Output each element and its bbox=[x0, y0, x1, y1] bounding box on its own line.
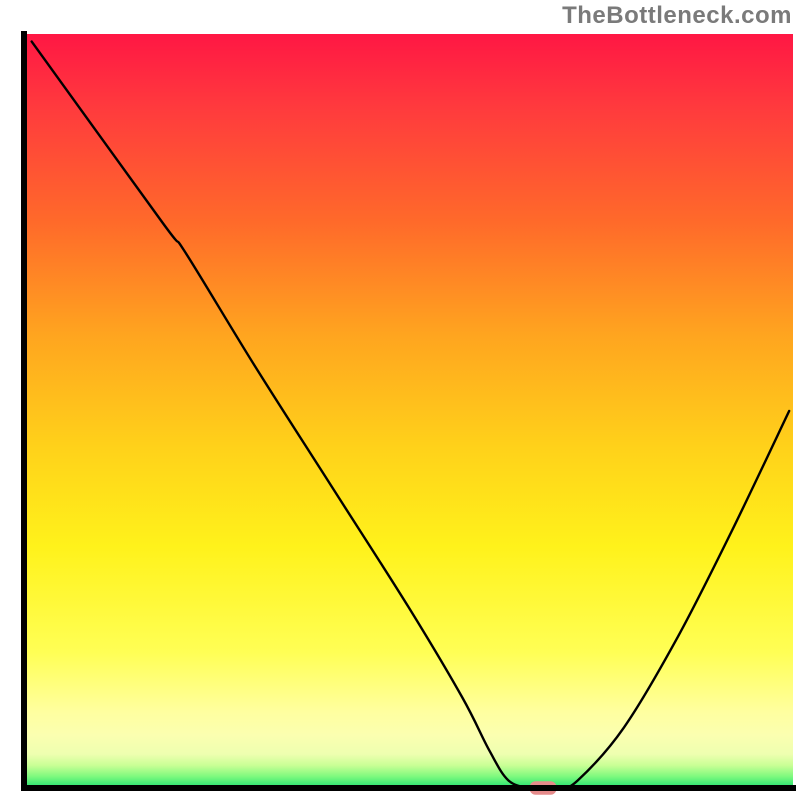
watermark-label: TheBottleneck.com bbox=[562, 2, 792, 30]
bottleneck-chart bbox=[0, 0, 800, 800]
chart-container: TheBottleneck.com bbox=[0, 0, 800, 800]
plot-background bbox=[24, 34, 793, 788]
